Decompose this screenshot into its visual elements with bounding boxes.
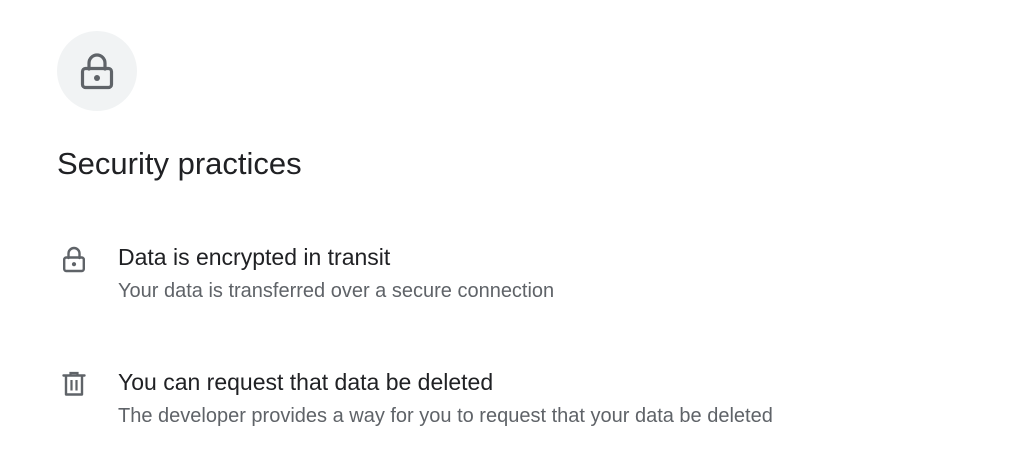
- trash-icon: [57, 367, 91, 401]
- lock-icon: [57, 242, 91, 276]
- item-title: Data is encrypted in transit: [118, 244, 391, 270]
- item-description: The developer provides a way for you to …: [118, 405, 773, 427]
- item-description: Your data is transferred over a secure c…: [118, 280, 555, 302]
- section-title: Security practices: [57, 146, 302, 181]
- list-item-encrypted-in-transit: Data is encrypted in transit Your data i…: [57, 242, 977, 312]
- list-item-data-deletion: You can request that data be deleted The…: [57, 367, 977, 437]
- item-title: You can request that data be deleted: [118, 369, 494, 395]
- lock-icon: [80, 53, 114, 90]
- security-header-icon-circle: [57, 31, 137, 111]
